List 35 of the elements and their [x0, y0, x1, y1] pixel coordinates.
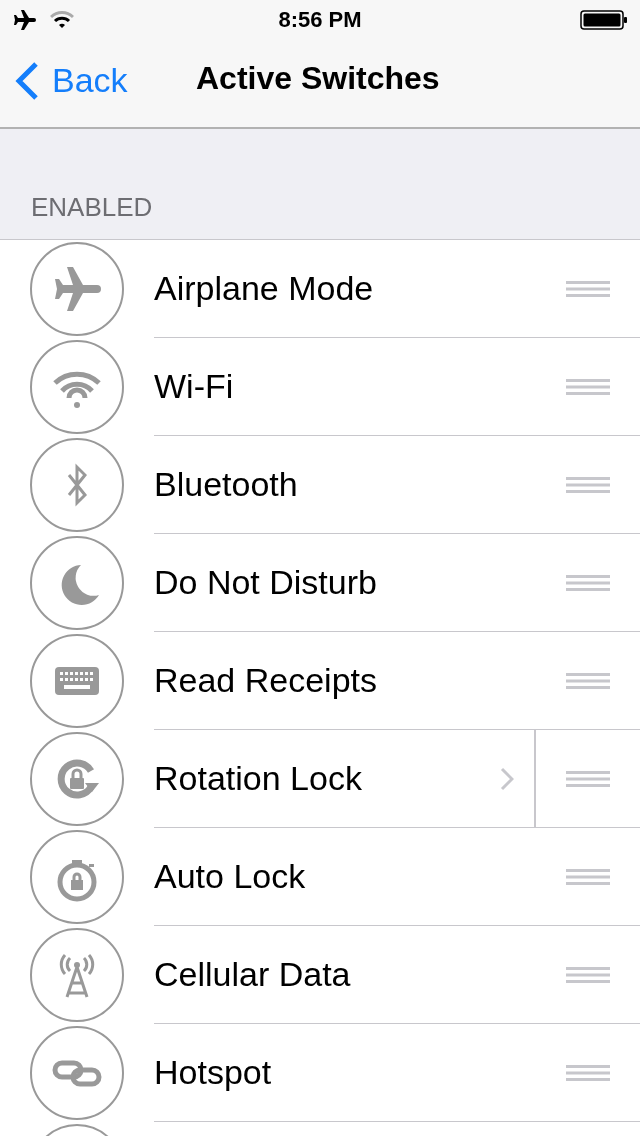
wifi-icon — [50, 11, 74, 29]
reorder-handle-icon[interactable] — [566, 574, 610, 591]
reorder-handle-icon[interactable] — [566, 476, 610, 493]
reorder-handle-icon[interactable] — [566, 770, 610, 787]
switch-label: Do Not Disturb — [154, 563, 377, 602]
airplane-icon — [12, 10, 36, 30]
switch-label: Cellular Data — [154, 955, 351, 994]
reorder-handle-icon[interactable] — [566, 966, 610, 983]
back-button[interactable]: Back — [0, 60, 128, 101]
status-time: 8:56 PM — [278, 7, 362, 33]
switch-label: Airplane Mode — [154, 269, 374, 308]
section-header: ENABLED — [31, 192, 153, 223]
switch-label: Wi-Fi — [154, 367, 234, 406]
antenna-icon — [29, 927, 125, 1023]
switch-label: Rotation Lock — [154, 759, 362, 798]
switch-label: Hotspot — [154, 1053, 272, 1092]
rotation-lock-icon — [29, 731, 125, 827]
switch-label: Bluetooth — [154, 465, 298, 504]
battery-icon — [580, 10, 628, 30]
switch-label: Read Receipts — [154, 661, 377, 700]
chevron-icon[interactable] — [500, 766, 514, 791]
nav-title: Active Switches — [196, 60, 440, 97]
wifi-icon — [29, 339, 125, 435]
moon-icon — [29, 535, 125, 631]
reorder-handle-icon[interactable] — [566, 378, 610, 395]
reorder-handle-icon[interactable] — [566, 672, 610, 689]
bluetooth-icon — [29, 437, 125, 533]
link-icon — [29, 1025, 125, 1121]
reorder-handle-icon[interactable] — [566, 868, 610, 885]
switch-label: Auto Lock — [154, 857, 306, 896]
reorder-handle-icon[interactable] — [566, 280, 610, 297]
reorder-handle-icon[interactable] — [566, 1064, 610, 1081]
stopwatch-icon — [29, 829, 125, 925]
keyboard-icon — [29, 633, 125, 729]
back-chevron-icon[interactable] — [14, 60, 40, 101]
